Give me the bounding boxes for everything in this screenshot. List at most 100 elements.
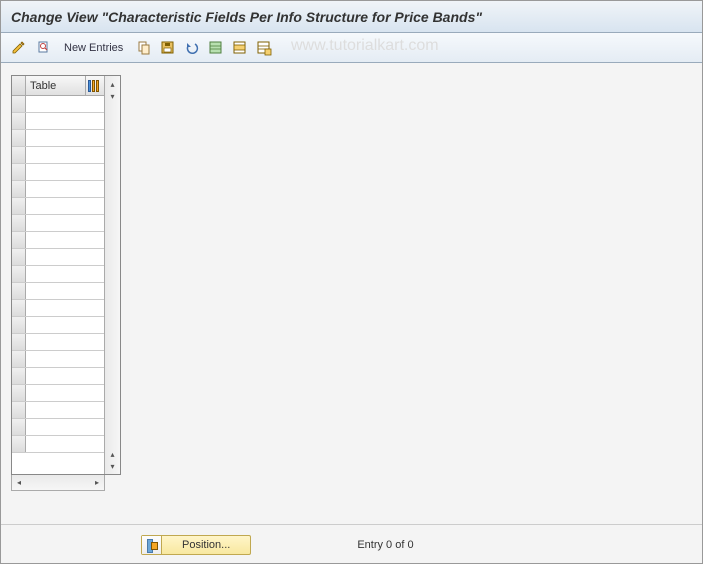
table-row[interactable] [12,198,104,215]
table-row[interactable] [12,147,104,164]
row-cell[interactable] [26,317,104,333]
scroll-up-button[interactable]: ▴ [107,78,119,90]
row-selector[interactable] [12,300,26,316]
horizontal-scrollbar[interactable]: ◂ ▸ [11,475,105,491]
table-row[interactable] [12,368,104,385]
column-header-table[interactable]: Table [26,76,86,95]
row-selector[interactable] [12,147,26,163]
select-block-button[interactable] [230,38,250,58]
row-cell[interactable] [26,385,104,401]
row-cell[interactable] [26,283,104,299]
position-icon [146,539,158,551]
save-variant-button[interactable] [158,38,178,58]
vertical-scrollbar[interactable]: ▴ ▾ ▴ ▾ [104,76,120,474]
row-selector[interactable] [12,266,26,282]
row-cell[interactable] [26,96,104,112]
table-settings-icon [88,80,102,92]
table-row[interactable] [12,130,104,147]
row-selector[interactable] [12,317,26,333]
scroll-down-button[interactable]: ▾ [107,460,119,472]
undo-icon [184,40,200,56]
table-config-button[interactable] [86,76,104,95]
row-selector[interactable] [12,164,26,180]
select-all-rows-handle[interactable] [12,76,26,95]
position-label: Position... [162,539,250,551]
row-cell[interactable] [26,334,104,350]
row-cell[interactable] [26,249,104,265]
data-table: Table ▴ ▾ ▴ ▾ [11,75,121,475]
save-variant-icon [160,40,176,56]
row-selector[interactable] [12,215,26,231]
row-selector[interactable] [12,436,26,452]
entry-status: Entry 0 of 0 [357,539,413,551]
position-button[interactable]: Position... [141,535,251,555]
table-row[interactable] [12,300,104,317]
table-row[interactable] [12,317,104,334]
table-row[interactable] [12,351,104,368]
page-title: Change View "Characteristic Fields Per I… [11,9,482,25]
scroll-left-button[interactable]: ◂ [12,476,26,490]
row-selector[interactable] [12,402,26,418]
row-selector[interactable] [12,351,26,367]
table-row[interactable] [12,181,104,198]
row-selector[interactable] [12,130,26,146]
row-cell[interactable] [26,215,104,231]
table-body [12,96,104,474]
row-cell[interactable] [26,368,104,384]
row-selector[interactable] [12,113,26,129]
toolbar: www.tutorialkart.com New Entries [1,33,702,63]
table-header-row: Table [12,76,104,96]
row-cell[interactable] [26,436,104,452]
other-view-button[interactable] [33,38,53,58]
row-cell[interactable] [26,181,104,197]
scroll-up-step[interactable]: ▾ [107,90,119,102]
row-cell[interactable] [26,351,104,367]
table-row[interactable] [12,266,104,283]
copy-button[interactable] [134,38,154,58]
row-cell[interactable] [26,402,104,418]
row-selector[interactable] [12,181,26,197]
undo-button[interactable] [182,38,202,58]
row-selector[interactable] [12,249,26,265]
row-selector[interactable] [12,96,26,112]
row-selector[interactable] [12,334,26,350]
table-row[interactable] [12,419,104,436]
table-row[interactable] [12,334,104,351]
row-cell[interactable] [26,198,104,214]
row-cell[interactable] [26,232,104,248]
row-cell[interactable] [26,419,104,435]
change-display-button[interactable] [9,38,29,58]
footer-bar: Position... Entry 0 of 0 [1,527,702,563]
row-selector[interactable] [12,419,26,435]
scroll-down-step[interactable]: ▴ [107,448,119,460]
select-all-button[interactable] [206,38,226,58]
table-row[interactable] [12,385,104,402]
watermark-text: www.tutorialkart.com [291,37,439,55]
row-selector[interactable] [12,368,26,384]
table-row[interactable] [12,113,104,130]
table-row[interactable] [12,249,104,266]
find-icon [35,40,51,56]
table-row[interactable] [12,232,104,249]
select-block-icon [232,40,248,56]
row-selector[interactable] [12,385,26,401]
row-cell[interactable] [26,164,104,180]
row-cell[interactable] [26,113,104,129]
table-row[interactable] [12,215,104,232]
table-row[interactable] [12,96,104,113]
scroll-right-button[interactable]: ▸ [90,476,104,490]
row-cell[interactable] [26,130,104,146]
table-row[interactable] [12,164,104,181]
table-row[interactable] [12,402,104,419]
row-selector[interactable] [12,232,26,248]
row-cell[interactable] [26,147,104,163]
table-row[interactable] [12,436,104,453]
row-selector[interactable] [12,198,26,214]
deselect-all-button[interactable] [254,38,274,58]
new-entries-button[interactable]: New Entries [57,39,130,57]
row-selector[interactable] [12,283,26,299]
row-cell[interactable] [26,266,104,282]
row-cell[interactable] [26,300,104,316]
deselect-icon [256,40,272,56]
table-row[interactable] [12,283,104,300]
